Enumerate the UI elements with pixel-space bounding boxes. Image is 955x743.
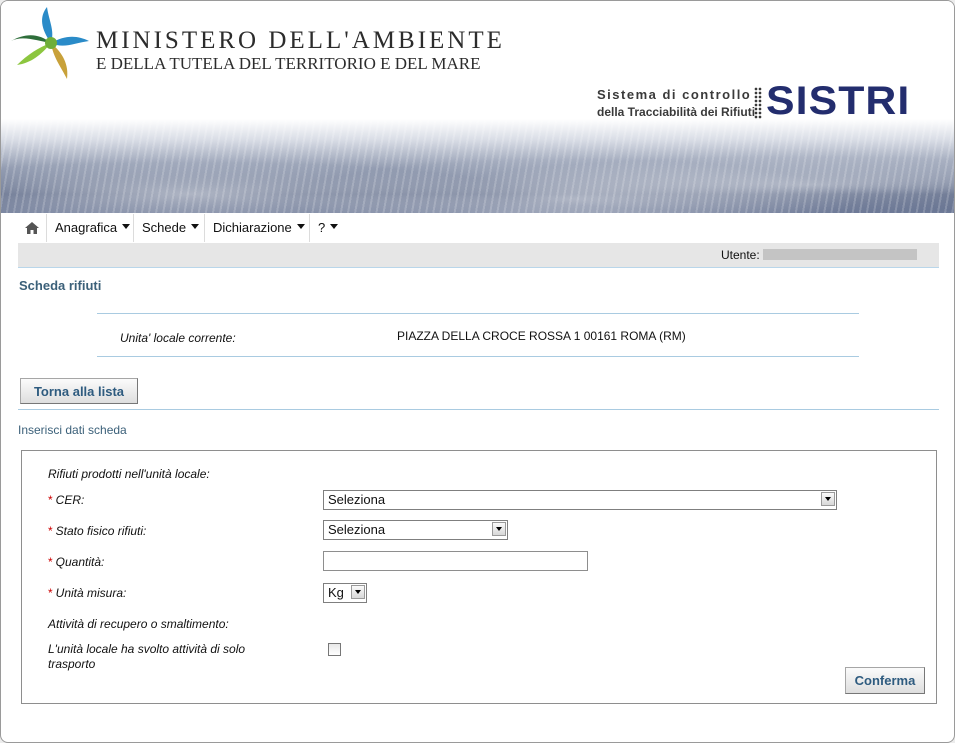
- caret-down-icon: [122, 224, 131, 229]
- page-title: Scheda rifiuti: [19, 278, 102, 293]
- cer-select-value: Seleziona: [328, 492, 386, 507]
- current-unit-panel: Unita' locale corrente: PIAZZA DELLA CRO…: [97, 313, 859, 357]
- sistri-logo: SISTRI: [766, 79, 911, 123]
- dropdown-arrow-icon[interactable]: [351, 585, 365, 599]
- dropdown-arrow-icon[interactable]: [492, 522, 506, 536]
- menu-schede-label: Schede: [142, 220, 187, 235]
- caret-down-icon: [296, 224, 305, 229]
- current-unit-label: Unita' locale corrente:: [120, 331, 236, 345]
- unita-misura-label-text: Unità misura:: [55, 586, 127, 600]
- required-marker: *: [48, 493, 53, 507]
- section-title: Inserisci dati scheda: [18, 423, 127, 437]
- solo-trasporto-label-line1: L'unità locale ha svolto attività di sol…: [48, 642, 246, 656]
- user-label: Utente:: [721, 248, 760, 262]
- form-group-title: Rifiuti prodotti nell'unità locale:: [48, 467, 210, 481]
- unita-misura-select[interactable]: Kg: [323, 583, 367, 603]
- cer-select[interactable]: Seleziona: [323, 490, 837, 510]
- quantita-label-text: Quantità:: [55, 555, 105, 569]
- main-menu: Anagrafica Schede Dichiarazione ?: [18, 214, 939, 243]
- ministry-logo: [11, 7, 89, 79]
- menu-help-label: ?: [318, 220, 326, 235]
- solo-trasporto-label-line2: trasporto: [48, 657, 96, 671]
- caret-down-icon: [330, 224, 339, 229]
- home-icon[interactable]: [18, 214, 46, 242]
- ministry-subtitle: E DELLA TUTELA DEL TERRITORIO E DEL MARE: [96, 54, 481, 73]
- confirm-button[interactable]: Conferma: [845, 667, 925, 694]
- cer-label-text: CER:: [55, 493, 85, 507]
- header-banner-image: [1, 119, 954, 213]
- attivita-label: Attività di recupero o smaltimento:: [48, 617, 229, 631]
- stato-fisico-select[interactable]: Seleziona: [323, 520, 508, 540]
- menu-dichiarazione-label: Dichiarazione: [213, 220, 292, 235]
- ministry-title: MINISTERO DELL'AMBIENTE: [96, 27, 505, 54]
- back-to-list-button[interactable]: Torna alla lista: [20, 378, 138, 404]
- divider: [18, 409, 939, 410]
- menu-anagrafica[interactable]: Anagrafica: [46, 214, 138, 242]
- system-tagline-2: della Tracciabilità dei Rifiuti: [597, 105, 756, 119]
- required-marker: *: [48, 524, 53, 538]
- unita-misura-label: * Unità misura:: [48, 586, 126, 600]
- menu-anagrafica-label: Anagrafica: [55, 220, 118, 235]
- menu-schede[interactable]: Schede: [133, 214, 207, 242]
- system-tagline-1: Sistema di controllo: [597, 87, 752, 102]
- current-unit-value: PIAZZA DELLA CROCE ROSSA 1 00161 ROMA (R…: [397, 329, 686, 343]
- required-marker: *: [48, 586, 53, 600]
- quantita-input[interactable]: [323, 551, 588, 571]
- sistri-dots-decoration: [754, 87, 762, 119]
- solo-trasporto-checkbox[interactable]: [328, 643, 341, 656]
- user-bar: Utente:: [18, 243, 939, 268]
- app-window: MINISTERO DELL'AMBIENTE E DELLA TUTELA D…: [0, 0, 955, 743]
- menu-help[interactable]: ?: [309, 214, 346, 242]
- cer-label: * CER:: [48, 493, 84, 507]
- scheda-form: Rifiuti prodotti nell'unità locale: * CER…: [21, 450, 937, 704]
- required-marker: *: [48, 555, 53, 569]
- stato-fisico-label-text: Stato fisico rifiuti:: [55, 524, 147, 538]
- user-name-redacted: [763, 249, 917, 260]
- unita-misura-select-value: Kg: [328, 585, 344, 600]
- stato-fisico-select-value: Seleziona: [328, 522, 386, 537]
- header: MINISTERO DELL'AMBIENTE E DELLA TUTELA D…: [1, 1, 954, 213]
- menu-dichiarazione[interactable]: Dichiarazione: [204, 214, 313, 242]
- quantita-label: * Quantità:: [48, 555, 104, 569]
- caret-down-icon: [191, 224, 200, 229]
- dropdown-arrow-icon[interactable]: [821, 492, 835, 506]
- stato-fisico-label: * Stato fisico rifiuti:: [48, 524, 146, 538]
